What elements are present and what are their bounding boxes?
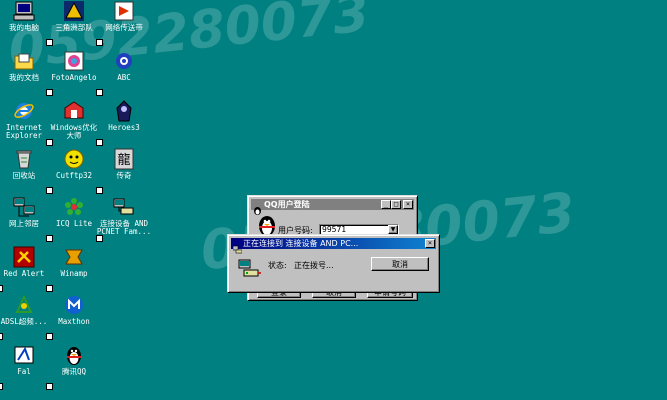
svg-text:龍: 龍: [117, 152, 130, 168]
windows-optimizer-icon: [63, 100, 85, 122]
cutftp-icon: [63, 148, 85, 170]
cancel-button[interactable]: 取消: [371, 257, 429, 271]
qq-penguin-icon: [253, 200, 262, 215]
desktop-icon-delta-force[interactable]: 三角洲部队: [46, 0, 102, 46]
modem-icon: [238, 258, 262, 280]
desktop-icon-adsl[interactable]: ADSL超频...: [0, 294, 52, 340]
desktop-icon-windows-optimizer[interactable]: Windows优化 大师: [46, 100, 102, 146]
dial-up-connection-icon: [232, 239, 243, 254]
desktop-icon-fal[interactable]: Fal: [0, 344, 52, 390]
desktop-icon-recycle-bin[interactable]: 回收站: [0, 148, 52, 194]
connecting-dialog[interactable]: 正在连接到 连接设备 AND PC... × 状态: 正在拨号... 取消: [227, 234, 440, 293]
adsl-icon: [13, 294, 35, 316]
legend-game-icon: 龍: [113, 148, 135, 170]
internet-explorer-icon: [13, 100, 35, 122]
abc-input-icon: [113, 50, 135, 72]
desktop-icon-network-conveyor[interactable]: 网络传送带: [96, 0, 152, 46]
network-conveyor-icon: [113, 0, 135, 22]
desktop-icon-red-alert[interactable]: Red Alert: [0, 246, 52, 292]
computer-icon: [13, 0, 35, 22]
desktop-icon-label: 连接设备 AND PCNET Fam...: [96, 219, 152, 236]
close-icon[interactable]: ×: [403, 200, 413, 209]
desktop-icon-my-documents[interactable]: 我的文档: [0, 50, 52, 96]
status-value: 正在拨号...: [294, 261, 334, 270]
desktop-icon-my-computer[interactable]: 我的电脑: [0, 0, 52, 46]
desktop-icon-label: Heroes3: [108, 123, 140, 132]
desktop-icon-abc[interactable]: ABC: [96, 50, 152, 96]
desktop-icon-connection-device[interactable]: 连接设备 AND PCNET Fam...: [96, 196, 152, 242]
network-neighborhood-icon: [13, 196, 35, 218]
desktop-icon-network[interactable]: 网上邻居: [0, 196, 52, 242]
desktop-icon-fotoangelo[interactable]: FotoAngelo: [46, 50, 102, 96]
winamp-icon: [63, 246, 85, 268]
folder-icon: [13, 50, 35, 72]
fotoangelo-icon: [63, 50, 85, 72]
desktop-icon-tencent-qq[interactable]: 腾讯QQ: [46, 344, 102, 390]
heroes3-icon: [113, 100, 135, 122]
delta-force-icon: [63, 0, 85, 22]
connecting-dialog-titlebar[interactable]: 正在连接到 连接设备 AND PC... ×: [231, 238, 436, 254]
dial-up-connection-icon: [113, 196, 135, 218]
minimize-icon[interactable]: _: [381, 200, 391, 209]
chevron-down-icon[interactable]: ▼: [388, 225, 398, 234]
desktop-icon-heroes3[interactable]: Heroes3: [96, 100, 152, 146]
maximize-icon[interactable]: □: [391, 200, 401, 209]
desktop-icon-cutftp[interactable]: Cutftp32: [46, 148, 102, 194]
qq-login-title: QQ用户登陆: [264, 200, 310, 209]
desktop-icon-label: 腾讯QQ: [61, 367, 87, 376]
status-label: 状态:: [268, 261, 287, 270]
desktop-icon-label: Winamp: [60, 269, 88, 278]
desktop-icon-legend[interactable]: 龍 传奇: [96, 148, 152, 194]
desktop-icon-label: ABC: [117, 73, 131, 82]
desktop-icon-label: 传奇: [116, 171, 132, 180]
qq-login-titlebar[interactable]: QQ用户登陆 _ □ ×: [251, 199, 414, 215]
qq-penguin-icon: [63, 344, 85, 366]
maxthon-icon: [63, 294, 85, 316]
red-alert-icon: [13, 246, 35, 268]
fal-icon: [13, 344, 35, 366]
desktop-icon-winamp[interactable]: Winamp: [46, 246, 102, 292]
desktop-icon-label: Maxthon: [58, 317, 90, 326]
connecting-dialog-title: 正在连接到 连接设备 AND PC...: [243, 239, 359, 248]
desktop-icon-label: 网络传送带: [105, 23, 143, 32]
close-icon[interactable]: ×: [425, 239, 435, 248]
icq-flower-icon: [63, 196, 85, 218]
recycle-bin-icon: [13, 148, 35, 170]
desktop-icon-maxthon[interactable]: Maxthon: [46, 294, 102, 340]
